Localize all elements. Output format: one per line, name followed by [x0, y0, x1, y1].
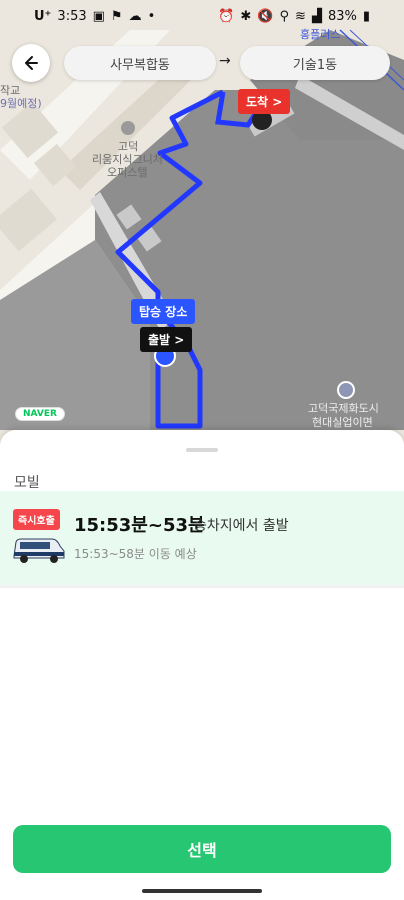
instant-call-badge: 즉시호출	[13, 509, 60, 530]
sheet-drag-handle[interactable]	[186, 448, 218, 452]
screen: 홍플러스 작교 9월예정) 고덕 리움지식그니처 오피스텔 고덕국제화도시 현대…	[0, 0, 404, 900]
alarm-icon: ⏰	[218, 9, 235, 24]
departure-note: 승차지에서 출발	[194, 518, 289, 534]
departure-time-range: 15:53분~53분	[74, 515, 205, 536]
route-arrow-icon: →	[219, 53, 231, 69]
cloud-icon: ☁	[128, 9, 142, 24]
route-header: 사무복합동 → 기술1동	[12, 44, 392, 82]
map-label-poi-2: 리움지식그니처	[92, 153, 163, 166]
arrive-tag[interactable]: 도착 >	[238, 89, 291, 114]
select-button[interactable]: 선택	[13, 825, 391, 873]
map-label-left-2: 9월예정)	[0, 97, 42, 110]
map-label-bottom-right-1: 고덕국제화도시	[308, 402, 379, 415]
battery-level: 83%	[327, 9, 357, 24]
carrier-label: U⁺	[34, 9, 52, 24]
location-icon: ⚲	[279, 9, 290, 24]
map-label-poi-1: 고덕	[118, 140, 139, 153]
signal-icon: ▟	[311, 9, 322, 24]
naver-logo: NAVER	[15, 407, 65, 421]
map-label-bottom-right-2: 현대실업이면	[312, 416, 373, 429]
map-label-poi-3: 오피스텔	[107, 166, 148, 179]
travel-eta: 15:53~58분 이동 예상	[74, 547, 197, 561]
mute-icon: 🔇	[257, 9, 274, 24]
clock: 3:53	[57, 9, 87, 24]
flag-icon: ⚑	[110, 9, 123, 24]
van-icon	[13, 538, 65, 563]
battery-icon: ▮	[362, 9, 370, 24]
back-arrow-icon	[25, 56, 38, 70]
status-bar: U⁺ 3:53 ▣ ⚑ ☁ • ⏰ ✱ 🔇 ⚲ ≋ ▟ 83% ▮	[0, 0, 404, 34]
pickup-location-tag[interactable]: 탑승 장소	[131, 299, 196, 324]
gallery-icon: ▣	[92, 9, 105, 24]
destination-field[interactable]: 기술1동	[240, 46, 390, 80]
bluetooth-icon: ✱	[240, 9, 252, 24]
section-title: 모빌	[14, 475, 40, 491]
dot-icon: •	[147, 9, 156, 24]
back-button[interactable]	[12, 44, 50, 82]
wifi-icon: ≋	[295, 9, 306, 24]
depart-tag[interactable]: 출발 >	[140, 327, 193, 352]
divider	[0, 585, 404, 588]
system-nav-handle[interactable]	[142, 889, 262, 893]
map-label-left-1: 작교	[0, 84, 21, 97]
bottom-sheet: 모빌 즉시호출 15:53분~53분 승차지에서 출발 15:53~58분 이동…	[0, 430, 404, 900]
origin-field[interactable]: 사무복합동	[64, 46, 216, 80]
ride-option-item[interactable]: 즉시호출 15:53분~53분 승차지에서 출발 15:53~58분 이동 예상	[0, 491, 404, 585]
